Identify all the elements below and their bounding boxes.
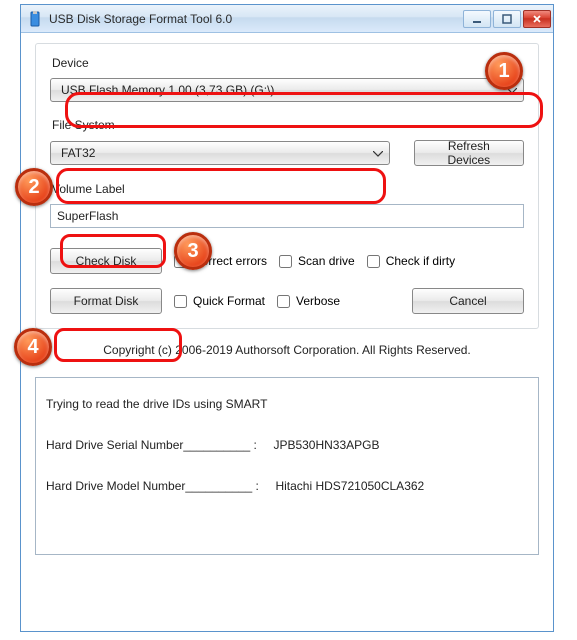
quick-format-checkbox[interactable]: Quick Format xyxy=(174,294,265,308)
content-area: Device USB Flash Memory 1.00 (3,73 GB) (… xyxy=(21,33,553,377)
log-line: Trying to read the drive IDs using SMART xyxy=(46,396,528,413)
copyright-text: Copyright (c) 2006-2019 Authorsoft Corpo… xyxy=(35,343,539,357)
volume-label-label: Volume Label xyxy=(52,182,524,196)
filesystem-selected: FAT32 xyxy=(61,146,95,160)
minimize-button[interactable] xyxy=(463,10,491,28)
app-icon xyxy=(27,11,43,27)
filesystem-label: File System xyxy=(52,118,524,132)
options-groupbox: Device USB Flash Memory 1.00 (3,73 GB) (… xyxy=(35,43,539,329)
window-title: USB Disk Storage Format Tool 6.0 xyxy=(49,12,463,26)
chevron-down-icon xyxy=(373,146,383,160)
scan-drive-checkbox[interactable]: Scan drive xyxy=(279,254,355,268)
chevron-down-icon xyxy=(507,83,517,97)
device-dropdown[interactable]: USB Flash Memory 1.00 (3,73 GB) (G:\) xyxy=(50,78,524,102)
verbose-checkbox[interactable]: Verbose xyxy=(277,294,340,308)
correct-errors-checkbox[interactable]: Correct errors xyxy=(174,254,267,268)
log-line: Hard Drive Model Number__________ : Hita… xyxy=(46,478,528,495)
close-button[interactable] xyxy=(523,10,551,28)
device-label: Device xyxy=(52,56,524,70)
filesystem-dropdown[interactable]: FAT32 xyxy=(50,141,390,165)
volume-label-input[interactable] xyxy=(50,204,524,228)
cancel-button[interactable]: Cancel xyxy=(412,288,524,314)
app-window: USB Disk Storage Format Tool 6.0 Device … xyxy=(20,4,554,632)
log-line: Hard Drive Serial Number__________ : JPB… xyxy=(46,437,528,454)
check-if-dirty-checkbox[interactable]: Check if dirty xyxy=(367,254,455,268)
log-output: Trying to read the drive IDs using SMART… xyxy=(35,377,539,555)
device-selected: USB Flash Memory 1.00 (3,73 GB) (G:\) xyxy=(61,83,274,97)
refresh-devices-button[interactable]: Refresh Devices xyxy=(414,140,524,166)
check-disk-button[interactable]: Check Disk xyxy=(50,248,162,274)
maximize-button[interactable] xyxy=(493,10,521,28)
titlebar: USB Disk Storage Format Tool 6.0 xyxy=(21,5,553,33)
format-disk-button[interactable]: Format Disk xyxy=(50,288,162,314)
